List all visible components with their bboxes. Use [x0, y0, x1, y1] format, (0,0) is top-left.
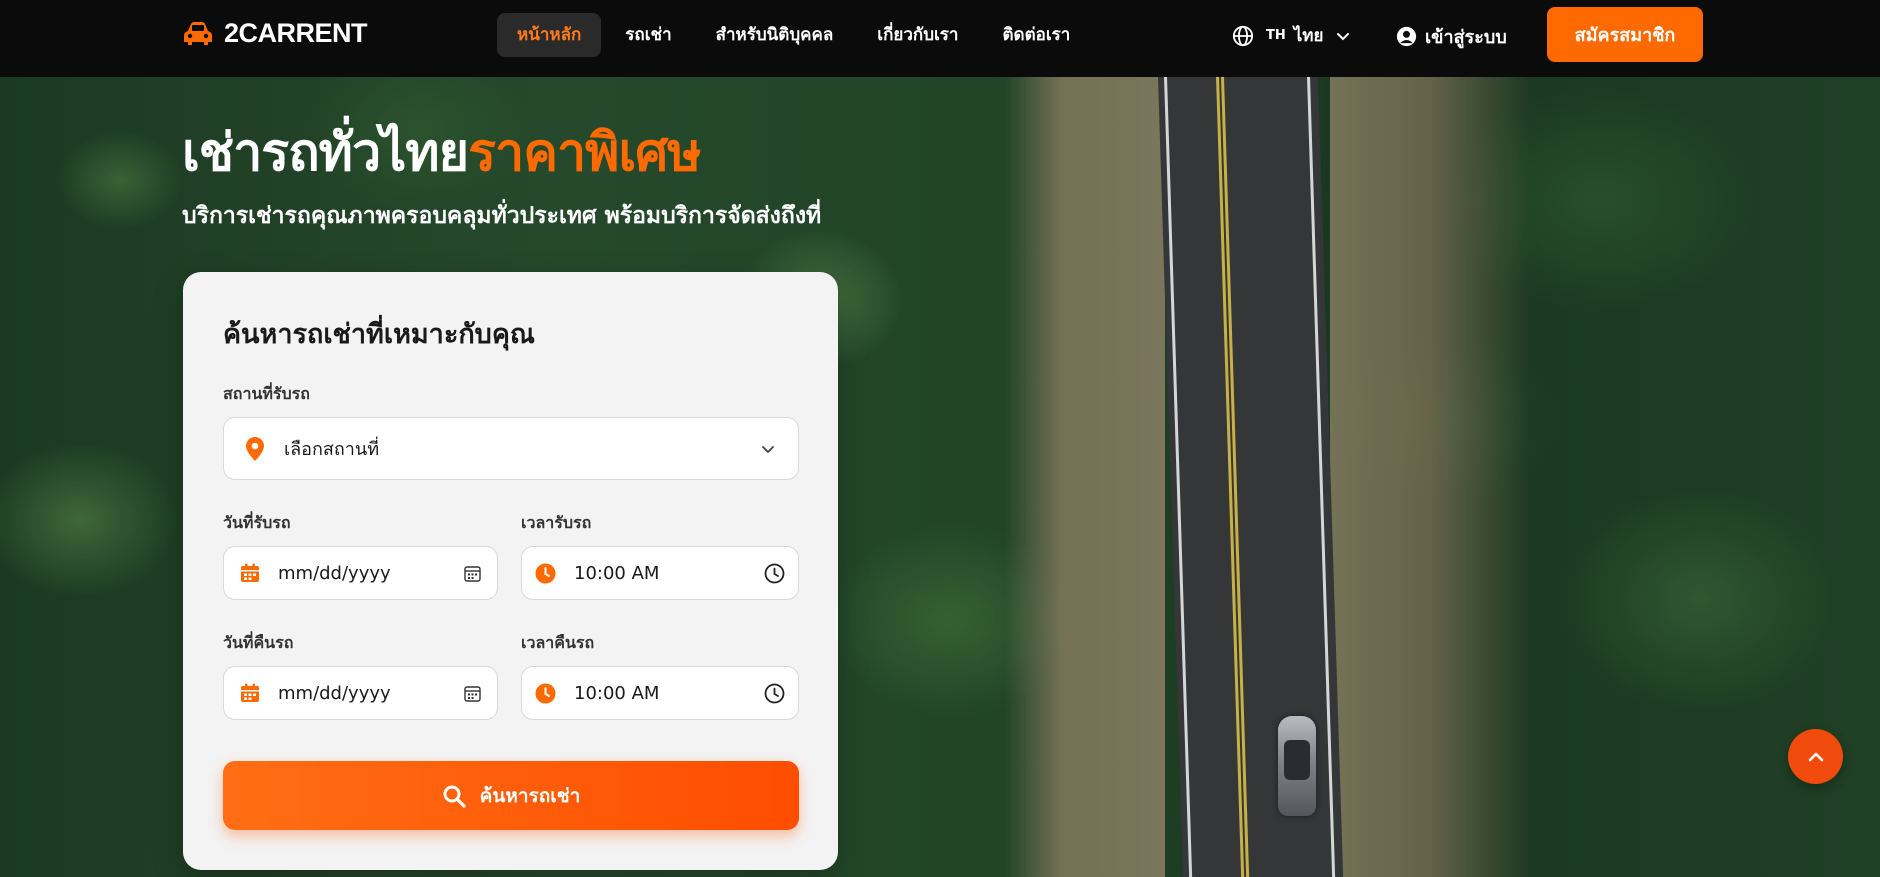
return-time-value: 10:00 AM — [574, 682, 660, 704]
return-time-label: เวลาคืนรถ — [521, 633, 595, 652]
clock-icon — [535, 683, 556, 703]
return-time-input[interactable]: 10:00 AM — [521, 666, 799, 720]
brand-name: 2CARRENT — [224, 18, 368, 48]
hero-subtitle: บริการเช่ารถคุณภาพครอบคลุมทั่วประเทศ พร้… — [182, 203, 822, 229]
top-navbar: 2CARRENT หน้าหลัก รถเช่า สำหรับนิติบุคคล… — [0, 0, 1880, 77]
map-pin-icon — [246, 436, 264, 461]
chevron-down-icon — [762, 445, 774, 453]
signup-button[interactable]: สมัครสมาชิก — [1547, 7, 1703, 62]
search-card-title: ค้นหารถเช่าที่เหมาะกับคุณ — [223, 319, 535, 350]
hero-title: เช่ารถทั่วไทยราคาพิเศษ — [182, 110, 702, 193]
language-selector[interactable]: TH ไทย — [1232, 22, 1351, 49]
pickup-location-select[interactable]: เลือกสถานที่ — [223, 417, 799, 480]
calendar-icon — [241, 683, 259, 702]
pickup-location-label: สถานที่รับรถ — [223, 384, 310, 403]
globe-icon — [1232, 25, 1254, 46]
search-icon — [443, 785, 466, 808]
logo[interactable]: 2CARRENT — [182, 18, 368, 49]
clock-picker-icon[interactable] — [764, 683, 785, 704]
search-button[interactable]: ค้นหารถเช่า — [223, 761, 799, 830]
user-circle-icon — [1396, 26, 1417, 47]
nav-item-about[interactable]: เกี่ยวกับเรา — [857, 13, 978, 57]
search-button-label: ค้นหารถเช่า — [479, 784, 581, 807]
pickup-time-input[interactable]: 10:00 AM — [521, 546, 799, 600]
hero-title-accent: ราคาพิเศษ — [468, 123, 701, 183]
nav-item-cars[interactable]: รถเช่า — [605, 13, 691, 57]
pickup-date-value: mm/dd/yyyy — [278, 562, 391, 584]
clock-icon — [535, 563, 556, 583]
nav-item-home[interactable]: หน้าหลัก — [497, 13, 602, 57]
language-code: TH — [1266, 28, 1286, 43]
pickup-date-input[interactable]: mm/dd/yyyy — [223, 546, 498, 600]
login-link[interactable]: เข้าสู่ระบบ — [1396, 22, 1507, 51]
car-icon — [184, 21, 212, 45]
calendar-picker-icon[interactable] — [464, 565, 481, 582]
return-date-input[interactable]: mm/dd/yyyy — [223, 666, 498, 720]
nav-item-corporate[interactable]: สำหรับนิติบุคคล — [696, 13, 854, 57]
login-label: เข้าสู่ระบบ — [1425, 27, 1507, 48]
nav-item-contact[interactable]: ติดต่อเรา — [982, 13, 1090, 57]
chevron-up-icon — [1808, 752, 1823, 761]
pickup-location-value: เลือกสถานที่ — [284, 439, 380, 460]
pickup-date-label: วันที่รับรถ — [223, 513, 291, 532]
main-menu: หน้าหลัก รถเช่า สำหรับนิติบุคคล เกี่ยวกั… — [497, 13, 1094, 57]
return-date-label: วันที่คืนรถ — [223, 633, 294, 652]
pickup-time-label: เวลารับรถ — [521, 513, 592, 532]
calendar-icon — [241, 563, 259, 582]
chevron-down-icon — [1337, 32, 1350, 40]
return-date-value: mm/dd/yyyy — [278, 682, 391, 704]
language-label: ไทย — [1293, 26, 1324, 46]
calendar-picker-icon[interactable] — [464, 685, 481, 702]
hero-title-main: เช่ารถทั่วไทย — [182, 123, 469, 183]
pickup-time-value: 10:00 AM — [574, 562, 660, 584]
scroll-to-top-button[interactable] — [1788, 729, 1843, 784]
search-card: ค้นหารถเช่าที่เหมาะกับคุณ สถานที่รับรถ เ… — [183, 272, 838, 870]
clock-picker-icon[interactable] — [764, 563, 785, 584]
